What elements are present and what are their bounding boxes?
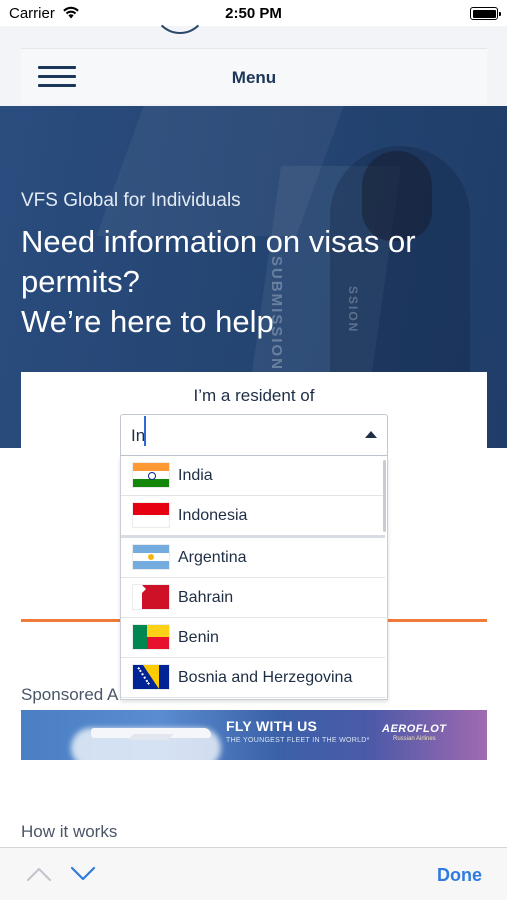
- country-name: Benin: [178, 629, 219, 646]
- menu-label[interactable]: Menu: [21, 68, 487, 88]
- battery-icon: [470, 7, 501, 20]
- ad-banner[interactable]: FLY WITH US THE YOUNGEST FLEET IN THE WO…: [21, 710, 487, 760]
- country-name: Bosnia and Herzegovina: [178, 669, 353, 686]
- bosnia-flag-icon: [133, 665, 169, 689]
- status-bar: Carrier 2:50 PM: [0, 0, 507, 26]
- airplane-image: [91, 728, 211, 738]
- country-name: Argentina: [178, 549, 247, 566]
- argentina-flag-icon: [133, 545, 169, 569]
- dropdown-arrow-icon[interactable]: [365, 431, 377, 438]
- country-option-india[interactable]: India: [121, 456, 385, 496]
- hero-kicker: VFS Global for Individuals: [21, 190, 241, 211]
- clock-time: 2:50 PM: [225, 5, 282, 22]
- ad-brand-subtitle: Russian Airlines: [393, 736, 436, 742]
- dropdown-scrollbar[interactable]: [383, 460, 386, 532]
- next-field-chevron-down-icon[interactable]: [70, 866, 96, 882]
- country-search-input[interactable]: In: [120, 414, 388, 456]
- keyboard-accessory-bar: Done: [0, 847, 507, 900]
- header-bar: Menu: [21, 48, 487, 104]
- country-option-argentina[interactable]: Argentina: [121, 538, 385, 578]
- hero-title: Need information on visas or permits? We…: [21, 224, 416, 339]
- country-option-bahrain[interactable]: Bahrain: [121, 578, 385, 618]
- country-dropdown-list[interactable]: India Indonesia Argentina Bahrain Benin …: [120, 456, 388, 700]
- text-cursor: [144, 416, 146, 446]
- country-name: India: [178, 467, 213, 484]
- previous-field-chevron-up-icon[interactable]: [26, 866, 52, 882]
- resident-label: I’m a resident of: [193, 386, 315, 405]
- country-option-benin[interactable]: Benin: [121, 618, 385, 658]
- india-flag-icon: [133, 463, 169, 487]
- ad-headline: FLY WITH US: [226, 718, 318, 734]
- benin-flag-icon: [133, 625, 169, 649]
- how-it-works-heading: How it works: [21, 822, 118, 841]
- country-name: Indonesia: [178, 507, 248, 524]
- country-option-indonesia[interactable]: Indonesia: [121, 496, 385, 536]
- done-button[interactable]: Done: [437, 865, 482, 886]
- ad-subline: THE YOUNGEST FLEET IN THE WORLD*: [226, 737, 370, 744]
- indonesia-flag-icon: [133, 503, 169, 527]
- ad-brand-logo: AEROFLOT: [382, 723, 447, 735]
- country-option-bosnia[interactable]: Bosnia and Herzegovina: [121, 658, 385, 698]
- country-name: Bahrain: [178, 589, 234, 606]
- bahrain-flag-icon: [133, 585, 169, 609]
- sponsored-label: Sponsored A: [21, 685, 119, 704]
